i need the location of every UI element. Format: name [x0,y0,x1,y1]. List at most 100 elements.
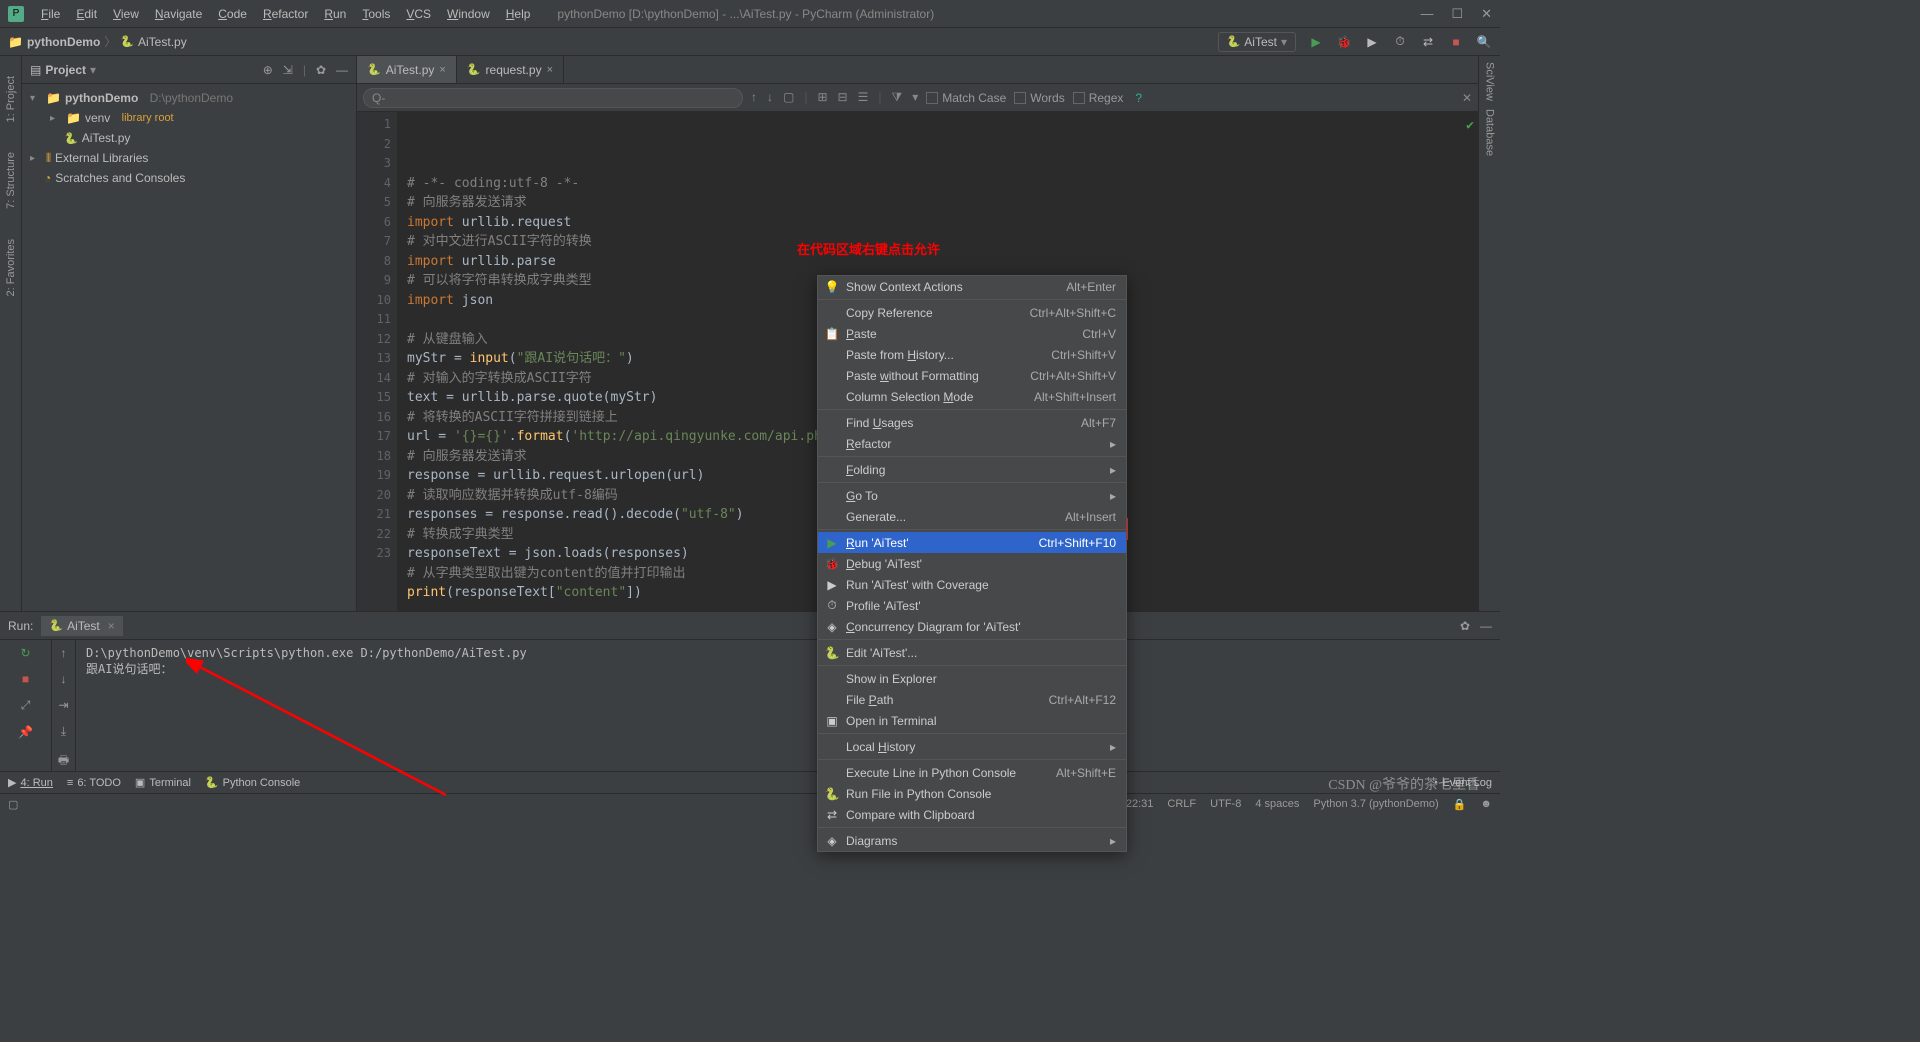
ctx-folding[interactable]: Folding▸ [818,459,1126,480]
next-match-icon[interactable]: ↓ [767,90,773,105]
close-find-icon[interactable]: ✕ [1462,91,1472,105]
scroll-end-icon[interactable]: ⤓ [61,724,66,739]
tree-root[interactable]: ▾📁 pythonDemo D:\pythonDemo [22,88,356,108]
select-all-occ-icon[interactable]: ☰ [858,90,869,105]
file-encoding[interactable]: UTF-8 [1210,798,1241,810]
stop-button[interactable]: ■ [1448,34,1464,50]
menu-window[interactable]: Window [440,4,497,24]
ctx-paste-without-formatting[interactable]: Paste without FormattingCtrl+Alt+Shift+V [818,365,1126,386]
funnel-icon[interactable]: ▾ [912,90,918,105]
search-everywhere-icon[interactable]: 🔍 [1476,34,1492,50]
hector-icon[interactable]: ☻ [1480,798,1492,810]
run-config-selector[interactable]: 🐍 AiTest ▾ [1218,32,1296,52]
tool-database[interactable]: Database [1484,109,1496,156]
readonly-icon[interactable]: 🔒 [1453,798,1467,811]
ctx-profile-aitest-[interactable]: ⏱Profile 'AiTest' [818,595,1126,616]
ctx-generate-[interactable]: Generate...Alt+Insert [818,506,1126,527]
breadcrumb-file[interactable]: AiTest.py [138,35,187,49]
ctx-show-in-explorer[interactable]: Show in Explorer [818,668,1126,689]
ctx-concurrency-diagram-for-aitest-[interactable]: ◈Concurrency Diagram for 'AiTest' [818,616,1126,637]
ctx-diagrams[interactable]: ◈Diagrams▸ [818,830,1126,851]
profile-button[interactable]: ⏱ [1392,34,1408,50]
close-button[interactable]: ✕ [1481,6,1492,22]
tree-file-aitest[interactable]: 🐍 AiTest.py [22,128,356,148]
ctx-execute-line-in-python-console[interactable]: Execute Line in Python ConsoleAlt+Shift+… [818,762,1126,783]
stop-process-icon[interactable]: ■ [22,672,29,686]
expand-all-icon[interactable]: ⇲ [283,63,293,77]
line-ending[interactable]: CRLF [1167,798,1196,810]
editor-tab-request-py[interactable]: 🐍request.py× [457,56,564,83]
menu-file[interactable]: File [34,4,67,24]
settings-icon[interactable]: ✿ [316,63,326,77]
tree-external-libs[interactable]: ▸⫴ External Libraries [22,148,356,168]
ctx-copy-reference[interactable]: Copy ReferenceCtrl+Alt+Shift+C [818,302,1126,323]
up-stack-icon[interactable]: ↑ [61,646,67,660]
remove-selection-icon[interactable]: ⊟ [838,90,848,105]
attach-button[interactable]: ⇄ [1420,34,1436,50]
menu-edit[interactable]: Edit [69,4,104,24]
menu-tools[interactable]: Tools [355,4,397,24]
print-icon[interactable]: 🖶 [58,751,69,772]
maximize-button[interactable]: ☐ [1451,6,1463,22]
menu-view[interactable]: View [106,4,146,24]
menu-refactor[interactable]: Refactor [256,4,315,24]
menu-navigate[interactable]: Navigate [148,4,209,24]
match-case-checkbox[interactable]: Match Case [926,91,1006,105]
run-settings-icon[interactable]: ✿ [1460,619,1470,633]
bottom-todo[interactable]: ≡ 6: TODO [67,777,121,789]
tool-sciview[interactable]: SciView [1484,62,1496,101]
find-input[interactable]: Q- [363,88,743,108]
indent-info[interactable]: 4 spaces [1255,798,1299,810]
menu-code[interactable]: Code [211,4,254,24]
hide-panel-icon[interactable]: — [336,63,348,77]
ctx-edit-aitest-[interactable]: 🐍Edit 'AiTest'... [818,642,1126,663]
tool-favorites[interactable]: 2: Favorites [5,239,17,296]
regex-checkbox[interactable]: Regex [1073,91,1124,105]
tree-scratches[interactable]: ◔ Scratches and Consoles [22,168,356,188]
coverage-button[interactable]: ▶ [1364,34,1380,50]
breadcrumb-project[interactable]: pythonDemo [27,35,100,49]
ctx-paste[interactable]: 📋PasteCtrl+V [818,323,1126,344]
down-stack-icon[interactable]: ↓ [61,672,67,686]
ctx-run-aitest-[interactable]: ▶Run 'AiTest'Ctrl+Shift+F10 [818,532,1126,553]
ctx-compare-with-clipboard[interactable]: ⇄Compare with Clipboard [818,804,1126,825]
caret-position[interactable]: 22:31 [1126,798,1154,810]
run-button[interactable]: ▶ [1308,34,1324,50]
menu-vcs[interactable]: VCS [399,4,438,24]
tool-project[interactable]: 1: Project [5,76,17,122]
ctx-file-path[interactable]: File PathCtrl+Alt+F12 [818,689,1126,710]
ctx-show-context-actions[interactable]: 💡Show Context ActionsAlt+Enter [818,276,1126,297]
debug-button[interactable]: 🐞 [1336,34,1352,50]
ctx-debug-aitest-[interactable]: 🐞Debug 'AiTest' [818,553,1126,574]
ctx-open-in-terminal[interactable]: ▣Open in Terminal [818,710,1126,731]
run-hide-icon[interactable]: — [1480,619,1492,633]
pin-icon[interactable]: 📌 [18,725,33,739]
bottom-pyconsole[interactable]: 🐍 Python Console [205,776,300,789]
select-all-icon[interactable]: ▢ [783,90,794,105]
status-square-icon[interactable]: ▢ [8,798,18,811]
words-checkbox[interactable]: Words [1014,91,1064,105]
rerun-icon[interactable]: ↻ [20,646,30,660]
add-selection-icon[interactable]: ⊞ [817,90,827,105]
minimize-button[interactable]: — [1420,6,1433,22]
bottom-run[interactable]: ▶ 4: Run [8,776,53,789]
editor-tab-AiTest-py[interactable]: 🐍AiTest.py× [357,56,457,83]
ctx-go-to[interactable]: Go To▸ [818,485,1126,506]
tree-venv[interactable]: ▸📁 venv library root [22,108,356,128]
select-opened-icon[interactable]: ⊕ [263,63,273,77]
prev-match-icon[interactable]: ↑ [751,90,757,105]
ctx-column-selection-mode[interactable]: Column Selection ModeAlt+Shift+Insert [818,386,1126,407]
ctx-refactor[interactable]: Refactor▸ [818,433,1126,454]
menu-help[interactable]: Help [499,4,538,24]
ctx-run-file-in-python-console[interactable]: 🐍Run File in Python Console [818,783,1126,804]
find-help-icon[interactable]: ? [1135,91,1142,105]
ctx-local-history[interactable]: Local History▸ [818,736,1126,757]
ctx-find-usages[interactable]: Find UsagesAlt+F7 [818,412,1126,433]
layout-icon[interactable]: ⤢ [21,698,31,713]
bottom-terminal[interactable]: ▣ Terminal [135,776,191,789]
interpreter-info[interactable]: Python 3.7 (pythonDemo) [1313,798,1438,810]
run-tab[interactable]: 🐍AiTest× [41,616,122,636]
ctx-run-aitest-with-coverage[interactable]: ▶Run 'AiTest' with Coverage [818,574,1126,595]
menu-run[interactable]: Run [317,4,353,24]
ctx-paste-from-history-[interactable]: Paste from History...Ctrl+Shift+V [818,344,1126,365]
